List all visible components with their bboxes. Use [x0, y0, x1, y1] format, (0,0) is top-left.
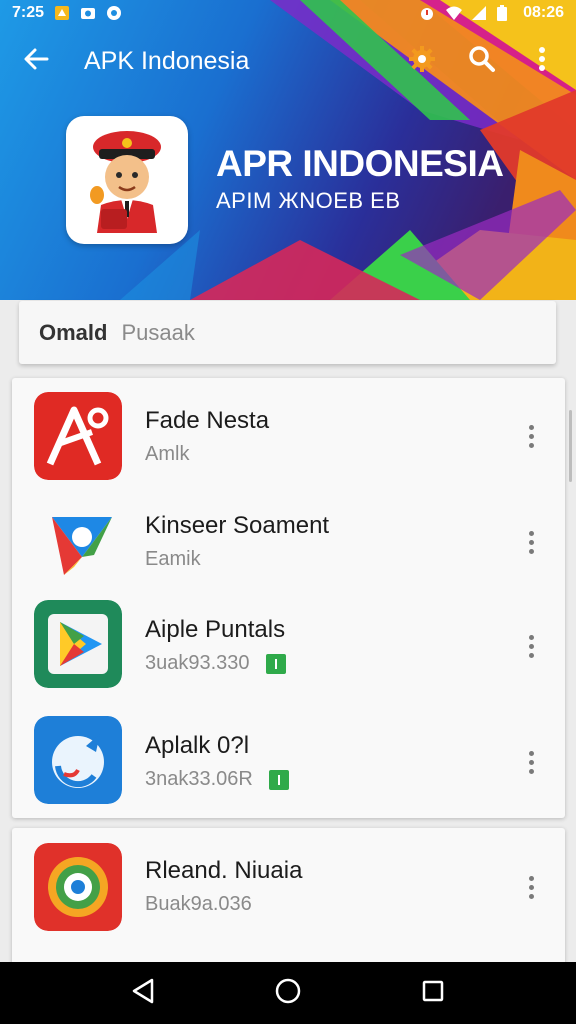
alarm-icon [419, 5, 435, 21]
colorful-triangle-app-icon [34, 497, 122, 585]
arrow-back-icon [23, 47, 49, 76]
navigation-bar [0, 962, 576, 1024]
search-bar[interactable]: Omald [19, 301, 556, 364]
app-list-card: Fade Nesta Amlk Kinseer Soament Eamik Ai… [12, 378, 565, 818]
search-icon [468, 45, 496, 78]
scrollbar[interactable] [569, 410, 572, 482]
item-menu-button[interactable] [517, 867, 545, 907]
app-name: Fade Nesta [145, 407, 270, 434]
item-menu-button[interactable] [517, 626, 545, 666]
app-subtitle: Eamik [145, 548, 201, 570]
app-subtitle: Amlk [145, 443, 190, 465]
app-name: Kinseer Soament [145, 512, 330, 539]
app-name: Rleand. Niuaia [145, 857, 303, 884]
blue-circle-app-icon [34, 716, 122, 804]
app-subtitle: Buak9a.036 [145, 893, 252, 915]
camera-icon [80, 5, 96, 21]
list-item[interactable]: Aplalk 0?l 3nak33.06R [12, 706, 565, 816]
list-item[interactable]: Kinseer Soament Eamik [12, 487, 565, 597]
overflow-menu-icon [538, 46, 546, 77]
home-circle-icon [275, 978, 301, 1009]
item-menu-button[interactable] [517, 416, 545, 456]
target-app-icon [34, 843, 122, 931]
search-input[interactable] [121, 319, 422, 346]
app-subtitle: 3uak93.330 [145, 652, 250, 674]
item-menu-button[interactable] [517, 742, 545, 782]
app-list-card: Rleand. Niuaia Buak9a.036 [12, 828, 565, 968]
nav-recents-button[interactable] [408, 968, 458, 1018]
battery-icon [497, 5, 513, 21]
red-a-app-icon [34, 392, 122, 480]
gear-icon [407, 44, 437, 79]
hero-subtitle: APIM ЖNOEB EB [216, 188, 401, 213]
recents-square-icon [422, 980, 444, 1007]
installed-badge [265, 653, 286, 674]
play-store-app-icon [34, 600, 122, 688]
search-label: Omald [39, 319, 108, 345]
search-button[interactable] [462, 41, 502, 81]
app-name: Aiple Puntals [145, 616, 286, 643]
app-subtitle: 3nak33.06R [145, 768, 253, 790]
back-button[interactable] [16, 41, 56, 81]
app-bar-title: APK Indonesia [84, 46, 250, 75]
item-menu-button[interactable] [517, 522, 545, 562]
status-time: 7:25 [12, 4, 45, 21]
settings-button[interactable] [402, 41, 442, 81]
list-item[interactable]: Aiple Puntals 3uak93.330 [12, 592, 565, 702]
app-bar: APK Indonesia [0, 34, 576, 88]
status-bar: 7:25 08:26 [0, 0, 576, 26]
app-name: Aplalk 0?l [145, 732, 250, 759]
status-clock: 08:26 [523, 4, 564, 21]
back-triangle-icon [131, 978, 155, 1009]
installed-badge [268, 769, 289, 790]
nav-home-button[interactable] [263, 968, 313, 1018]
nav-back-button[interactable] [118, 968, 168, 1018]
mascot-logo-icon [77, 123, 177, 238]
list-item[interactable]: Rleand. Niuaia Buak9a.036 [12, 831, 565, 941]
signal-icon [471, 5, 487, 21]
list-item[interactable]: Fade Nesta Amlk [12, 381, 565, 491]
hero-title: APR INDONESIA [216, 143, 504, 184]
circle-app-icon [106, 5, 122, 21]
overflow-menu-button[interactable] [522, 41, 562, 81]
notification-app-icon [54, 5, 70, 21]
wifi-icon [445, 5, 463, 21]
app-logo [66, 116, 188, 244]
